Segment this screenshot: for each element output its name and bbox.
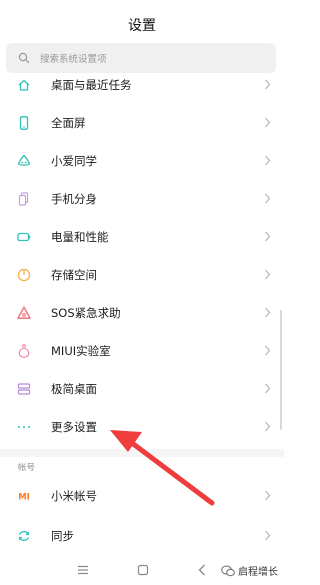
settings-item-mi-account[interactable]: MI 小米帐号 [0, 477, 284, 515]
settings-item-label: 桌面与最近任务 [51, 78, 132, 92]
settings-item-sos[interactable]: SOS紧急求助 [0, 294, 284, 332]
settings-item-label: MIUI实验室 [51, 344, 111, 358]
chevron-right-icon [265, 269, 271, 280]
watermark-text: 启程增长 [238, 567, 278, 578]
header: 设置 [0, 0, 284, 44]
menu-icon[interactable] [77, 565, 89, 575]
chevron-right-icon [265, 117, 271, 128]
chevron-right-icon [265, 490, 271, 501]
settings-item-desktop[interactable]: 桌面与最近任务 [0, 66, 284, 104]
sync-icon [18, 531, 30, 541]
phone-icon [19, 116, 29, 130]
chevron-right-icon [265, 345, 271, 356]
scrollbar[interactable] [280, 310, 282, 430]
settings-item-dual-apps[interactable]: 手机分身 [0, 180, 284, 218]
home-icon [18, 79, 30, 91]
settings-item-label: 存储空间 [51, 268, 97, 282]
search-placeholder: 搜索系统设置项 [40, 54, 107, 65]
more-dots-icon [18, 426, 30, 428]
search-icon [18, 52, 30, 64]
chevron-right-icon [265, 155, 271, 166]
chevron-right-icon [265, 193, 271, 204]
settings-item-fullscreen[interactable]: 全面屏 [0, 104, 284, 142]
settings-item-sync[interactable]: 同步 [0, 517, 284, 555]
settings-item-label: 全面屏 [51, 116, 86, 130]
back-icon[interactable] [198, 564, 206, 576]
settings-item-label: 小米帐号 [51, 489, 97, 503]
section-label-account: 帐号 [18, 463, 36, 473]
svg-text:MI: MI [18, 493, 30, 503]
lab-flask-icon [18, 344, 30, 358]
settings-item-battery[interactable]: 电量和性能 [0, 218, 284, 256]
home-button-icon[interactable] [137, 564, 149, 576]
simple-desktop-icon [17, 383, 31, 395]
settings-item-miui-lab[interactable]: MIUI实验室 [0, 332, 284, 370]
wechat-logo-icon [221, 565, 235, 576]
settings-item-label: 电量和性能 [51, 230, 109, 244]
settings-item-label: SOS紧急求助 [51, 306, 121, 320]
dual-phone-icon [18, 192, 29, 206]
settings-item-label: 更多设置 [51, 420, 97, 434]
settings-item-label: 小爱同学 [51, 154, 97, 168]
page-title: 设置 [128, 18, 156, 34]
sos-icon [17, 306, 31, 319]
settings-item-label: 极简桌面 [51, 382, 97, 396]
storage-icon [17, 268, 31, 282]
settings-item-xiaoai[interactable]: 小爱同学 [0, 142, 284, 180]
settings-item-more[interactable]: 更多设置 [0, 408, 284, 446]
section-divider [0, 449, 284, 457]
chevron-right-icon [265, 231, 271, 242]
chevron-right-icon [265, 307, 271, 318]
xiaoai-icon [17, 154, 31, 166]
settings-item-label: 手机分身 [51, 192, 97, 206]
chevron-right-icon [265, 79, 271, 90]
system-nav-bar: 启程增长 [0, 555, 284, 585]
settings-item-storage[interactable]: 存储空间 [0, 256, 284, 294]
mi-logo-icon: MI [18, 493, 30, 503]
battery-icon [17, 232, 31, 242]
chevron-right-icon [265, 383, 271, 394]
chevron-right-icon [265, 421, 271, 432]
settings-item-label: 同步 [51, 529, 74, 543]
chevron-right-icon [265, 530, 271, 541]
settings-item-simple-desktop[interactable]: 极简桌面 [0, 370, 284, 408]
watermark: 启程增长 [221, 563, 278, 578]
